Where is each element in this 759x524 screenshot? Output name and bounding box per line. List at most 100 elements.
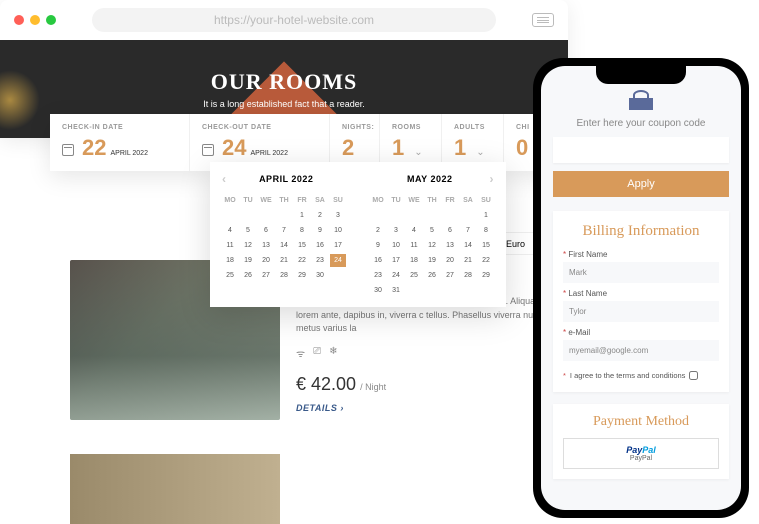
calendar-day[interactable]: 27 <box>442 269 458 282</box>
billing-title: Billing Information <box>563 223 719 240</box>
minimize-window-icon[interactable] <box>30 15 40 25</box>
calendar-day[interactable]: 12 <box>240 239 256 252</box>
first-name-input[interactable] <box>563 262 719 283</box>
calendar-day[interactable]: 30 <box>370 284 386 297</box>
calendar-day[interactable]: 11 <box>222 239 238 252</box>
coupon-label: Enter here your coupon code <box>553 118 729 129</box>
calendar-day[interactable]: 3 <box>330 209 346 222</box>
tv-icon: ⎚ <box>313 346 321 360</box>
paypal-option[interactable]: PayPal PayPal <box>563 438 719 469</box>
calendar-day[interactable]: 26 <box>240 269 256 282</box>
ac-icon: ❄ <box>329 346 337 360</box>
calendar-day[interactable]: 28 <box>276 269 292 282</box>
details-link[interactable]: DETAILS › <box>296 403 560 413</box>
terms-row: *I agree to the terms and conditions <box>563 371 719 380</box>
calendar-day[interactable]: 8 <box>294 224 310 237</box>
calendar-day[interactable]: 7 <box>460 224 476 237</box>
calendar-day[interactable]: 17 <box>388 254 404 267</box>
billing-section: Billing Information * First Name * Last … <box>553 211 729 392</box>
calendar-day[interactable]: 21 <box>276 254 292 267</box>
calendar-day[interactable]: 27 <box>258 269 274 282</box>
calendar-day[interactable]: 16 <box>370 254 386 267</box>
calendar-day[interactable]: 19 <box>240 254 256 267</box>
calendar-day[interactable]: 4 <box>406 224 422 237</box>
calendar-day[interactable]: 2 <box>312 209 328 222</box>
calendar-day[interactable]: 14 <box>276 239 292 252</box>
calendar-next-icon[interactable]: › <box>489 172 494 186</box>
calendar-day[interactable]: 19 <box>424 254 440 267</box>
page-subtitle: It is a long established fact that a rea… <box>203 99 365 109</box>
calendar-day[interactable]: 16 <box>312 239 328 252</box>
close-window-icon[interactable] <box>14 15 24 25</box>
calendar-icon <box>62 144 74 156</box>
calendar-day[interactable]: 28 <box>460 269 476 282</box>
wifi-icon: ᯤ <box>296 346 305 360</box>
calendar-day[interactable]: 2 <box>370 224 386 237</box>
calendar-day[interactable]: 9 <box>312 224 328 237</box>
checkin-field[interactable]: CHECK-IN DATE 22APRIL 2022 <box>50 114 190 171</box>
calendar-month-april: ‹APRIL 2022 MOTUWETHFRSASU12345678910111… <box>210 162 358 307</box>
calendar-day[interactable]: 1 <box>478 209 494 222</box>
url-bar[interactable]: https://your-hotel-website.com <box>92 8 496 32</box>
calendar-day[interactable]: 5 <box>240 224 256 237</box>
calendar-day[interactable]: 23 <box>312 254 328 267</box>
calendar-day[interactable]: 11 <box>406 239 422 252</box>
calendar-day[interactable]: 14 <box>460 239 476 252</box>
calendar-icon <box>202 144 214 156</box>
calendar-day[interactable]: 22 <box>478 254 494 267</box>
calendar-day[interactable]: 21 <box>460 254 476 267</box>
calendar-day[interactable]: 24 <box>330 254 346 267</box>
calendar-day[interactable]: 9 <box>370 239 386 252</box>
page-title: OUR ROOMS <box>211 69 358 95</box>
last-name-input[interactable] <box>563 301 719 322</box>
lamp-glow-decoration <box>0 70 40 130</box>
calendar-day[interactable]: 13 <box>442 239 458 252</box>
calendar-day[interactable]: 10 <box>330 224 346 237</box>
calendar-day[interactable]: 24 <box>388 269 404 282</box>
calendar-day[interactable]: 17 <box>330 239 346 252</box>
calendar-day[interactable]: 23 <box>370 269 386 282</box>
calendar-day[interactable]: 6 <box>442 224 458 237</box>
calendar-day[interactable]: 15 <box>294 239 310 252</box>
calendar-day[interactable]: 1 <box>294 209 310 222</box>
phone-notch <box>596 66 686 84</box>
gift-icon <box>629 90 653 110</box>
calendar-day[interactable]: 10 <box>388 239 404 252</box>
terms-checkbox[interactable] <box>689 371 698 380</box>
last-name-label: * Last Name <box>563 289 719 298</box>
calendar-day[interactable]: 30 <box>312 269 328 282</box>
phone-screen: Enter here your coupon code Apply Billin… <box>541 66 741 510</box>
calendar-day[interactable]: 25 <box>406 269 422 282</box>
room-image-2[interactable] <box>70 454 280 524</box>
calendar-day[interactable]: 18 <box>406 254 422 267</box>
calendar-day[interactable]: 4 <box>222 224 238 237</box>
calendar-day[interactable]: 26 <box>424 269 440 282</box>
calendar-day[interactable]: 20 <box>258 254 274 267</box>
calendar-day[interactable]: 22 <box>294 254 310 267</box>
phone-mockup: Enter here your coupon code Apply Billin… <box>533 58 749 518</box>
apply-button[interactable]: Apply <box>553 171 729 197</box>
calendar-prev-icon[interactable]: ‹ <box>222 172 227 186</box>
calendar-day[interactable]: 31 <box>388 284 404 297</box>
coupon-section: Enter here your coupon code Apply <box>553 90 729 197</box>
calendar-day[interactable]: 6 <box>258 224 274 237</box>
first-name-label: * First Name <box>563 250 719 259</box>
hamburger-menu-icon[interactable] <box>532 13 554 27</box>
calendar-day[interactable]: 15 <box>478 239 494 252</box>
coupon-input[interactable] <box>553 137 729 163</box>
email-input[interactable] <box>563 340 719 361</box>
calendar-day[interactable]: 12 <box>424 239 440 252</box>
calendar-day[interactable]: 29 <box>294 269 310 282</box>
calendar-day[interactable]: 25 <box>222 269 238 282</box>
calendar-day[interactable]: 3 <box>388 224 404 237</box>
calendar-day[interactable]: 20 <box>442 254 458 267</box>
maximize-window-icon[interactable] <box>46 15 56 25</box>
calendar-day[interactable]: 18 <box>222 254 238 267</box>
calendar-day[interactable]: 7 <box>276 224 292 237</box>
calendar-day[interactable]: 5 <box>424 224 440 237</box>
amenities-row: ᯤ ⎚ ❄ <box>296 346 560 360</box>
email-label: * e-Mail <box>563 328 719 337</box>
calendar-day[interactable]: 13 <box>258 239 274 252</box>
calendar-day[interactable]: 29 <box>478 269 494 282</box>
calendar-day[interactable]: 8 <box>478 224 494 237</box>
